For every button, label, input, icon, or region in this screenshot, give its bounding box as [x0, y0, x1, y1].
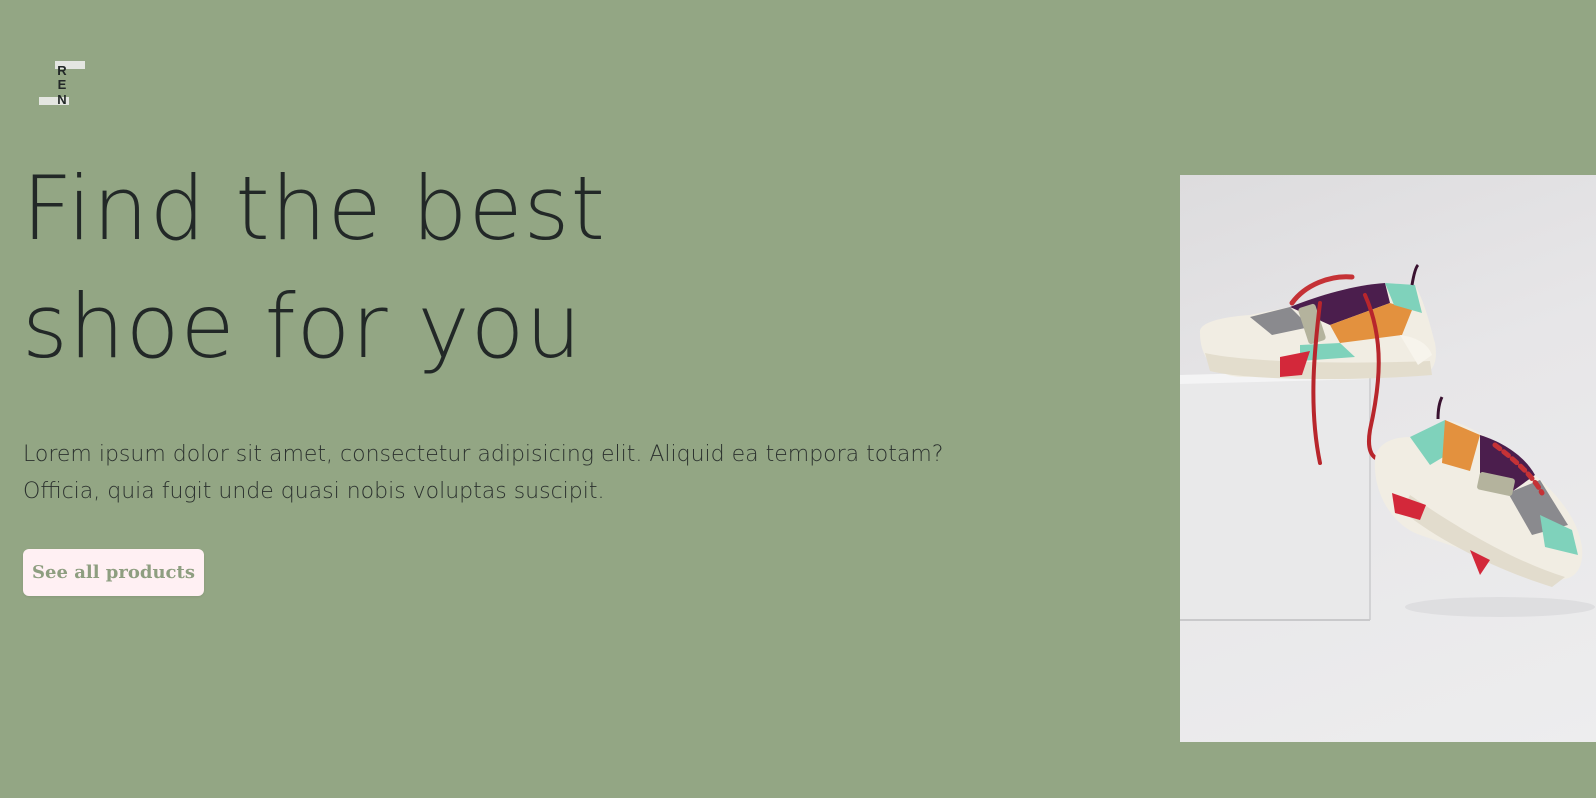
- landing-page: R E N Find the best shoe for you Lorem i…: [0, 0, 1596, 798]
- hero-headline-line-1: Find the best: [22, 157, 607, 260]
- hero-description-line-1: Lorem ipsum dolor sit amet, consectetur …: [23, 442, 944, 467]
- svg-text:R: R: [57, 63, 67, 78]
- see-all-products-button[interactable]: See all products: [23, 549, 204, 596]
- hero-headline: Find the best shoe for you: [22, 150, 782, 386]
- svg-text:N: N: [57, 92, 66, 107]
- hero-description: Lorem ipsum dolor sit amet, consectetur …: [23, 436, 944, 510]
- hero-description-line-2: Officia, quia fugit unde quasi nobis vol…: [23, 479, 605, 504]
- brand-logo[interactable]: R E N: [39, 61, 85, 107]
- hero-headline-line-2: shoe for you: [22, 275, 583, 378]
- svg-text:E: E: [58, 77, 67, 92]
- ren-logo-icon: R E N: [39, 61, 85, 107]
- sneakers-photo-icon: [1180, 263, 1595, 621]
- hero-product-image: [1180, 175, 1596, 742]
